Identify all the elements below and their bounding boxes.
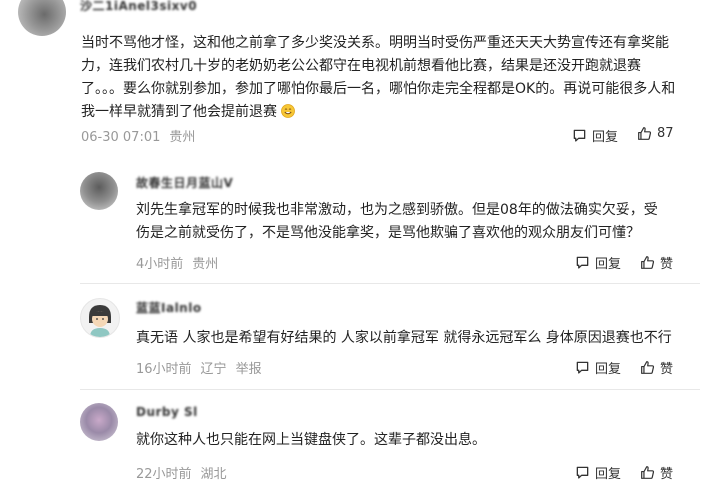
reply-location: 湖北 [200,467,227,482]
thumbs-up-icon [638,127,652,140]
comment-text: 当时不骂他才怪，这和他之前拿了多少奖没关系。明明当时受伤严重还天天大势宣传还有拿… [81,32,681,124]
thumbs-up-icon [641,466,655,479]
divider [80,389,700,390]
comment-time: 06-30 07:01 [81,130,161,145]
reply-meta: 16小时前 辽宁 举报 [136,358,271,377]
reply-text: 真无语 人家也是希望有好结果的 人家以前拿冠军 就得永远冠军么 身体原因退赛也不… [136,330,672,346]
avatar[interactable] [80,298,120,338]
cartoon-avatar-icon [89,305,111,337]
comment-reply-button[interactable]: 回复 [572,126,618,145]
thumbs-up-icon [641,361,655,374]
comment-like-count: 87 [657,126,674,141]
reply-like-label: 赞 [660,257,674,272]
divider [80,283,700,284]
comment-location: 贵州 [169,130,196,145]
thumbs-up-icon [641,256,655,269]
reply-username[interactable]: Durby Sl [136,405,198,419]
avatar[interactable] [18,0,66,36]
reply-location: 辽宁 [200,362,227,377]
reply-like-button[interactable]: 赞 [640,463,673,482]
reply-text: 刘先生拿冠军的时候我也非常激动，也为之感到骄傲。但是08年的做法确实欠妥，受伤是… [136,202,658,241]
reply-time: 16小时前 [136,362,192,377]
reply-like-button[interactable]: 赞 [640,358,673,377]
reply-text: 就你这种人也只能在网上当键盘侠了。这辈子都没出息。 [136,432,486,448]
comment-username[interactable]: 沙二1iAnel3sixv0 [80,0,197,14]
comment-bubble-icon [576,361,589,374]
reply-location: 贵州 [192,257,219,272]
reply-username[interactable]: 蓝蓝Ialnlo [136,299,202,316]
reply-reply-label: 回复 [595,257,622,272]
reply-reply-button[interactable]: 回复 [575,463,621,482]
comment-text-body: 当时不骂他才怪，这和他之前拿了多少奖没关系。明明当时受伤严重还天天大势宣传还有拿… [81,35,676,120]
reply-time: 4小时前 [136,257,184,272]
comment-reply-label: 回复 [592,130,619,145]
report-link[interactable]: 举报 [236,362,262,377]
reply-time: 22小时前 [136,467,192,482]
reply-like-label: 赞 [660,467,674,482]
reply-like-button[interactable]: 赞 [640,253,673,272]
comment-bubble-icon [576,466,589,479]
comment-bubble-icon [573,129,586,142]
reply-reply-label: 回复 [595,362,622,377]
comment-bubble-icon [576,256,589,269]
comment-meta: 06-30 07:01 贵州 [81,126,204,145]
reply-username[interactable]: 故春生日月蓝山V [136,174,233,191]
reply-meta: 4小时前 贵州 [136,253,227,272]
avatar[interactable] [80,172,118,210]
reply-reply-label: 回复 [595,467,622,482]
avatar[interactable] [80,403,118,441]
comment-like-button[interactable]: 87 [637,126,674,141]
reply-meta: 22小时前 湖北 [136,463,236,482]
reply-reply-button[interactable]: 回复 [575,358,621,377]
reply-like-label: 赞 [660,362,674,377]
reply-reply-button[interactable]: 回复 [575,253,621,272]
smile-emoji-icon [281,104,296,118]
